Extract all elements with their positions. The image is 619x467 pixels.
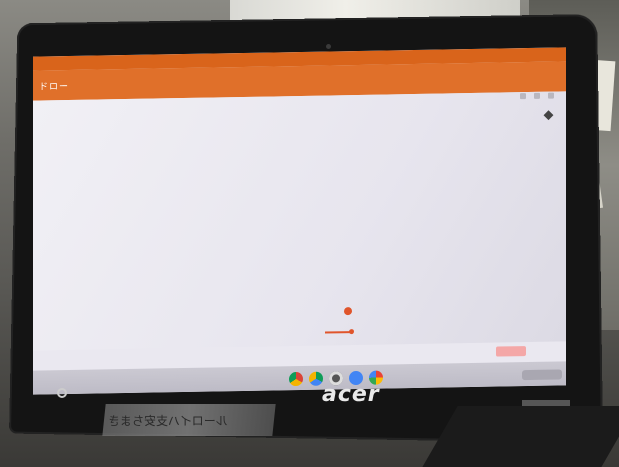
share-icon[interactable]: [534, 92, 540, 99]
brand-logo: acer: [322, 382, 380, 407]
drawing-canvas[interactable]: [33, 91, 566, 351]
more-icon[interactable]: [520, 93, 526, 100]
laptop-keyboard: [422, 406, 619, 467]
webcam-icon: [326, 44, 331, 49]
notification-chip[interactable]: [496, 346, 526, 357]
launcher-icon[interactable]: [57, 388, 67, 398]
undo-icon[interactable]: [548, 92, 554, 99]
laptop-screen: ドロー: [33, 47, 566, 395]
app-title: ドロー: [39, 82, 70, 93]
app-actions: [520, 92, 554, 100]
reflection-text: ルーロイハ支安ちまき: [108, 414, 228, 428]
